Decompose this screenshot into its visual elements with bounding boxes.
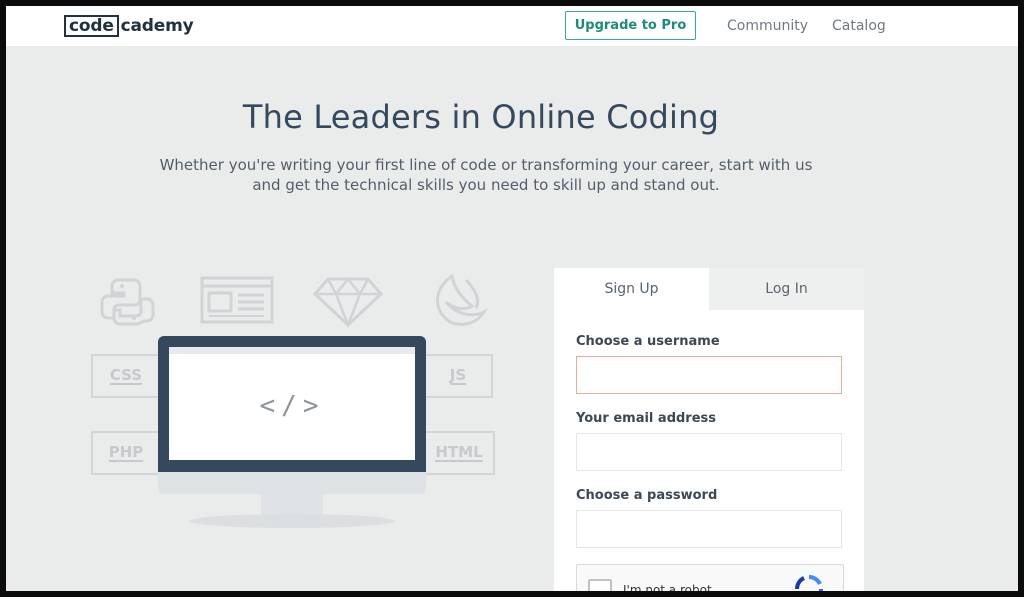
site-header: code cademy Upgrade to Pro Community Cat… [6,6,1018,46]
monitor-screen: </> [169,347,415,460]
username-input[interactable] [576,356,842,394]
js-tag: JS [423,354,493,398]
tab-sign-up[interactable]: Sign Up [554,268,709,310]
email-label: Your email address [576,411,717,426]
recaptcha-widget: I'm not a robot [576,564,844,591]
logo-boxed-text: code [64,15,119,37]
hero-subtitle-line-1: Whether you're writing your first line o… [159,156,813,174]
screen-top-bar [169,347,415,354]
browser-viewport: code cademy Upgrade to Pro Community Cat… [6,6,1018,591]
webpage-icon [200,276,274,324]
swift-icon [436,273,488,326]
monitor-chin [158,472,426,494]
js-tag-label: JS [449,366,467,385]
hero-subtitle-line-2: and get the technical skills you need to… [252,176,720,194]
signup-form: Choose a username Your email address Cho… [554,310,864,591]
html-tag: HTML [423,431,495,475]
nav-community-link[interactable]: Community [727,18,808,34]
tab-log-in[interactable]: Log In [709,268,864,310]
code-brackets-icon: </> [259,391,325,421]
recaptcha-logo-icon [794,574,824,591]
hero-title: The Leaders in Online Coding [242,98,720,136]
python-icon [100,278,155,326]
hero-subtitle: Whether you're writing your first line o… [146,155,826,195]
recaptcha-label: I'm not a robot [623,583,712,591]
php-tag: PHP [91,431,161,475]
nav-catalog-link[interactable]: Catalog [832,18,886,34]
html-tag-label: HTML [435,443,483,462]
recaptcha-checkbox[interactable] [588,579,612,591]
codecademy-logo[interactable]: code cademy [64,15,194,37]
upgrade-to-pro-button[interactable]: Upgrade to Pro [565,11,696,40]
logo-rest-text: cademy [120,16,194,36]
css-tag: CSS [91,354,161,398]
monitor-stand [261,494,323,516]
password-input[interactable] [576,510,842,548]
css-tag-label: CSS [109,366,143,385]
monitor-base [189,514,395,528]
username-label: Choose a username [576,334,720,349]
email-input[interactable] [576,433,842,471]
gem-icon [312,276,384,328]
php-tag-label: PHP [108,443,144,462]
password-label: Choose a password [576,488,718,503]
